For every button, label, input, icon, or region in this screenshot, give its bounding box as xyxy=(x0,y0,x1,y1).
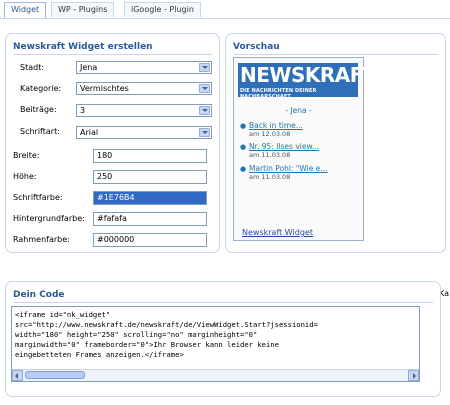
rahmenfarbe-field[interactable]: #000000 xyxy=(93,233,207,247)
news-link[interactable]: Back in time... xyxy=(249,121,303,130)
divider xyxy=(13,302,433,303)
widget-preview: NEWSKRAFT DIE NACHRICHTEN DEINER NACHBAR… xyxy=(233,57,377,241)
news-link[interactable]: Martin Pohl: "Wie e... xyxy=(249,164,327,173)
divider xyxy=(233,54,438,55)
chevron-down-icon[interactable] xyxy=(199,128,210,137)
bullet-icon: ● xyxy=(240,165,247,173)
newskraft-logo: NEWSKRAFT DIE NACHRICHTEN DEINER NACHBAR… xyxy=(238,63,377,100)
news-date: am 12.03.08 xyxy=(249,130,291,138)
label-schriftart: Schriftart: xyxy=(20,127,60,136)
label-kategorie: Kategorie: xyxy=(20,84,62,93)
horizontal-scrollbar[interactable] xyxy=(12,369,419,381)
chevron-down-icon[interactable] xyxy=(199,63,210,72)
scrollbar-thumb[interactable] xyxy=(25,371,85,379)
label-schriftfarbe: Schriftfarbe: xyxy=(13,193,63,202)
schriftart-value: Arial xyxy=(80,128,99,137)
code-line: src="http://www.newskraft.de/newskraft/d… xyxy=(15,320,318,329)
label-hoehe: Höhe: xyxy=(13,172,37,181)
logo-name: NEWSKRAFT xyxy=(240,63,377,87)
kategorie-value: Vermischtes xyxy=(80,84,129,93)
tab-wp-plugins[interactable]: WP - Plugins xyxy=(51,2,115,17)
label-stadt: Stadt: xyxy=(20,63,45,72)
scroll-left-icon[interactable] xyxy=(12,370,23,381)
stadt-select[interactable]: Jena xyxy=(76,61,212,74)
tab-widget[interactable]: Widget xyxy=(4,2,47,18)
label-hintergrundfarbe: Hintergrundfarbe: xyxy=(13,214,85,223)
label-rahmenfarbe: Rahmenfarbe: xyxy=(13,235,70,244)
label-breite: Breite: xyxy=(13,151,40,160)
schriftart-select[interactable]: Arial xyxy=(76,126,212,139)
code-line: marginwidth="0" frameborder="0">Ihr Brow… xyxy=(15,340,279,349)
code-line: <iframe id="nk_widget" xyxy=(15,310,111,319)
logo-tagline: DIE NACHRICHTEN DEINER NACHBARSCHAFT. xyxy=(240,88,317,100)
embed-code-textarea[interactable]: <iframe id="nk_widget" src="http://www.n… xyxy=(11,306,420,382)
code-line: eingebetteten Frames anzeigen.</iframe> xyxy=(15,350,184,359)
schriftfarbe-field[interactable]: #1E76B4 xyxy=(93,191,207,205)
news-link[interactable]: Nr. 95: Ilses view... xyxy=(249,142,319,151)
tab-bar: Widget WP - Plugins iGoogle - Plugin xyxy=(0,0,450,19)
kategorie-select[interactable]: Vermischtes xyxy=(76,82,212,95)
newskraft-widget-link[interactable]: Newskraft Widget xyxy=(242,228,313,237)
hoehe-field[interactable]: 250 xyxy=(93,170,207,184)
divider xyxy=(13,54,212,55)
chevron-down-icon[interactable] xyxy=(199,84,210,93)
stadt-value: Jena xyxy=(80,63,98,72)
beitraege-select[interactable]: 3 xyxy=(76,104,212,117)
news-date: am 11.03.08 xyxy=(249,173,291,181)
code-line: width="180" height="250" scrolling="no" … xyxy=(15,330,258,339)
panel-title: Dein Code xyxy=(13,290,65,300)
tab-igoogle-plugin[interactable]: iGoogle - Plugin xyxy=(124,2,201,17)
hintergrundfarbe-field[interactable]: #fafafa xyxy=(93,212,207,226)
widget-settings-panel: Newskraft Widget erstellen Stadt: Jena K… xyxy=(5,33,220,253)
panel-title: Newskraft Widget erstellen xyxy=(13,42,153,52)
scroll-right-icon[interactable] xyxy=(408,370,419,381)
chevron-down-icon[interactable] xyxy=(199,106,210,115)
breite-field[interactable]: 180 xyxy=(93,149,207,163)
bullet-icon: ● xyxy=(240,122,247,130)
label-beitraege: Beiträge: xyxy=(20,105,57,114)
news-date: am 11.03.08 xyxy=(249,151,291,159)
city-heading: - Jena - xyxy=(285,106,312,115)
bullet-icon: ● xyxy=(240,143,247,151)
beitraege-value: 3 xyxy=(80,106,86,115)
panel-title: Vorschau xyxy=(233,42,280,52)
